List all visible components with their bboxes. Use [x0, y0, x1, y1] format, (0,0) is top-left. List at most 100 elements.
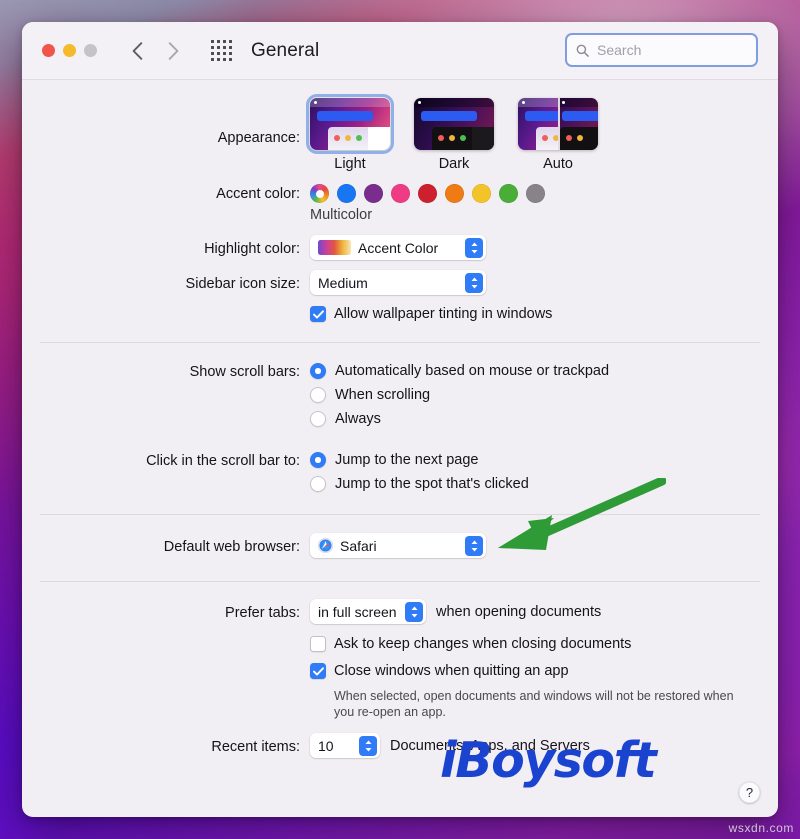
accent-swatch-pink[interactable]: [391, 184, 410, 203]
accent-swatch-green[interactable]: [499, 184, 518, 203]
click-scroll-label-spot-clicked: Jump to the spot that's clicked: [335, 476, 529, 492]
accent-color-swatches: [310, 184, 778, 203]
sidebar-icon-size-popup[interactable]: Medium: [310, 270, 486, 295]
appearance-label: Appearance:: [217, 130, 300, 146]
appearance-option-light[interactable]: Light: [306, 94, 394, 172]
prefer-tabs-popup[interactable]: in full screen: [310, 599, 426, 624]
forward-chevron-icon[interactable]: [163, 39, 183, 63]
close-button[interactable]: [42, 44, 55, 57]
scroll-bars-option-auto[interactable]: Automatically based on mouse or trackpad: [310, 359, 778, 383]
search-field[interactable]: [565, 33, 758, 67]
iboysoft-watermark: iBoysoft: [440, 732, 657, 789]
search-input[interactable]: [595, 41, 739, 59]
wallpaper-tinting-row: Allow wallpaper tinting in windows: [22, 306, 778, 322]
system-preferences-window: General Appearance:: [22, 22, 778, 817]
highlight-color-value: Accent Color: [358, 239, 439, 256]
highlight-color-row: Highlight color: Accent Color: [22, 235, 778, 260]
close-windows-hint: When selected, open documents and window…: [334, 689, 734, 719]
divider-1: [40, 342, 760, 343]
appearance-thumbnail-dark[interactable]: [414, 98, 494, 150]
wallpaper-tinting-checkbox[interactable]: [310, 306, 326, 322]
default-web-browser-stepper-icon[interactable]: [465, 535, 483, 556]
zoom-button[interactable]: [84, 44, 97, 57]
click-scroll-option-next-page[interactable]: Jump to the next page: [310, 448, 778, 472]
prefer-tabs-suffix: when opening documents: [436, 603, 602, 620]
sidebar-icon-size-row: Sidebar icon size: Medium: [22, 270, 778, 295]
wallpaper-tinting-label: Allow wallpaper tinting in windows: [334, 306, 553, 322]
ask-keep-changes-checkbox-row[interactable]: Ask to keep changes when closing documen…: [310, 636, 778, 652]
prefer-tabs-label: Prefer tabs:: [225, 605, 300, 621]
appearance-label-dark: Dark: [438, 156, 470, 172]
traffic-light-buttons: [42, 44, 97, 57]
scroll-bars-radio-auto[interactable]: [310, 363, 326, 379]
highlight-color-stepper-icon[interactable]: [465, 237, 483, 258]
scroll-bars-option-when-scrolling[interactable]: When scrolling: [310, 383, 778, 407]
sidebar-icon-size-value: Medium: [318, 274, 368, 291]
accent-swatch-red[interactable]: [418, 184, 437, 203]
prefer-tabs-value: in full screen: [318, 603, 397, 620]
scroll-bars-option-always[interactable]: Always: [310, 407, 778, 431]
highlight-color-chip: [318, 240, 351, 255]
appearance-thumbnail-auto[interactable]: [518, 98, 598, 150]
default-web-browser-value: Safari: [340, 537, 377, 554]
wallpaper-tinting-checkbox-row[interactable]: Allow wallpaper tinting in windows: [310, 306, 778, 322]
accent-color-caption: Multicolor: [310, 207, 373, 223]
ask-keep-changes-row: Ask to keep changes when closing documen…: [22, 636, 778, 652]
appearance-label-light: Light: [334, 156, 366, 172]
appearance-option-dark[interactable]: Dark: [414, 98, 494, 172]
accent-swatch-graphite[interactable]: [526, 184, 545, 203]
scroll-bars-radio-when-scrolling[interactable]: [310, 387, 326, 403]
click-scroll-bar-label: Click in the scroll bar to:: [146, 453, 300, 469]
accent-swatch-yellow[interactable]: [472, 184, 491, 203]
scroll-bars-radio-always[interactable]: [310, 411, 326, 427]
close-windows-checkbox[interactable]: [310, 663, 326, 679]
recent-items-row: Recent items: 10 Documents, Apps, and Se…: [22, 733, 778, 758]
appearance-thumbnail-light[interactable]: [306, 94, 394, 154]
default-web-browser-label: Default web browser:: [163, 539, 300, 555]
back-chevron-icon[interactable]: [127, 39, 147, 63]
close-windows-label: Close windows when quitting an app: [334, 663, 569, 679]
site-watermark: wsxdn.com: [728, 821, 794, 835]
window-titlebar: General: [22, 22, 778, 80]
default-web-browser-row: Default web browser: Safari: [22, 533, 778, 558]
click-scroll-label-next-page: Jump to the next page: [335, 452, 479, 468]
preferences-body: Appearance: Light Dark Auto Accent color…: [22, 80, 778, 817]
accent-swatch-multicolor[interactable]: [310, 184, 329, 203]
click-scroll-radio-next-page[interactable]: [310, 452, 326, 468]
divider-3: [40, 581, 760, 582]
recent-items-stepper-icon[interactable]: [359, 735, 377, 756]
search-icon: [576, 44, 589, 57]
click-scroll-option-spot-clicked[interactable]: Jump to the spot that's clicked: [310, 472, 778, 496]
click-scroll-bar-row: Click in the scroll bar to: Jump to the …: [22, 448, 778, 496]
scroll-bars-label-when-scrolling: When scrolling: [335, 387, 431, 403]
accent-swatch-purple[interactable]: [364, 184, 383, 203]
click-scroll-radio-spot-clicked[interactable]: [310, 476, 326, 492]
accent-swatch-blue[interactable]: [337, 184, 356, 203]
recent-items-value: 10: [318, 737, 334, 754]
prefer-tabs-stepper-icon[interactable]: [405, 601, 423, 622]
highlight-color-label: Highlight color:: [204, 241, 300, 257]
search-field-wrapper: [565, 33, 758, 67]
sidebar-icon-size-stepper-icon[interactable]: [465, 272, 483, 293]
close-windows-row: Close windows when quitting an app: [22, 663, 778, 679]
show-scroll-bars-label: Show scroll bars:: [189, 364, 300, 380]
safari-icon: [318, 538, 333, 553]
sidebar-icon-size-label: Sidebar icon size:: [185, 276, 300, 292]
scroll-bars-label-always: Always: [335, 411, 381, 427]
minimize-button[interactable]: [63, 44, 76, 57]
highlight-color-popup[interactable]: Accent Color: [310, 235, 486, 260]
show-all-grid-icon[interactable]: [211, 39, 233, 62]
help-button[interactable]: ?: [739, 782, 760, 803]
ask-keep-changes-checkbox[interactable]: [310, 636, 326, 652]
recent-items-popup[interactable]: 10: [310, 733, 380, 758]
close-windows-hint-row: When selected, open documents and window…: [22, 688, 778, 720]
page-title: General: [251, 39, 320, 61]
accent-color-row: Accent color: Multicolor: [22, 184, 778, 223]
default-web-browser-popup[interactable]: Safari: [310, 533, 486, 558]
appearance-row: Appearance: Light Dark Auto: [22, 94, 778, 172]
scroll-bars-label-auto: Automatically based on mouse or trackpad: [335, 363, 610, 379]
close-windows-checkbox-row[interactable]: Close windows when quitting an app: [310, 663, 778, 679]
accent-swatch-orange[interactable]: [445, 184, 464, 203]
appearance-options: Light Dark Auto: [306, 94, 778, 172]
appearance-option-auto[interactable]: Auto: [518, 98, 598, 172]
